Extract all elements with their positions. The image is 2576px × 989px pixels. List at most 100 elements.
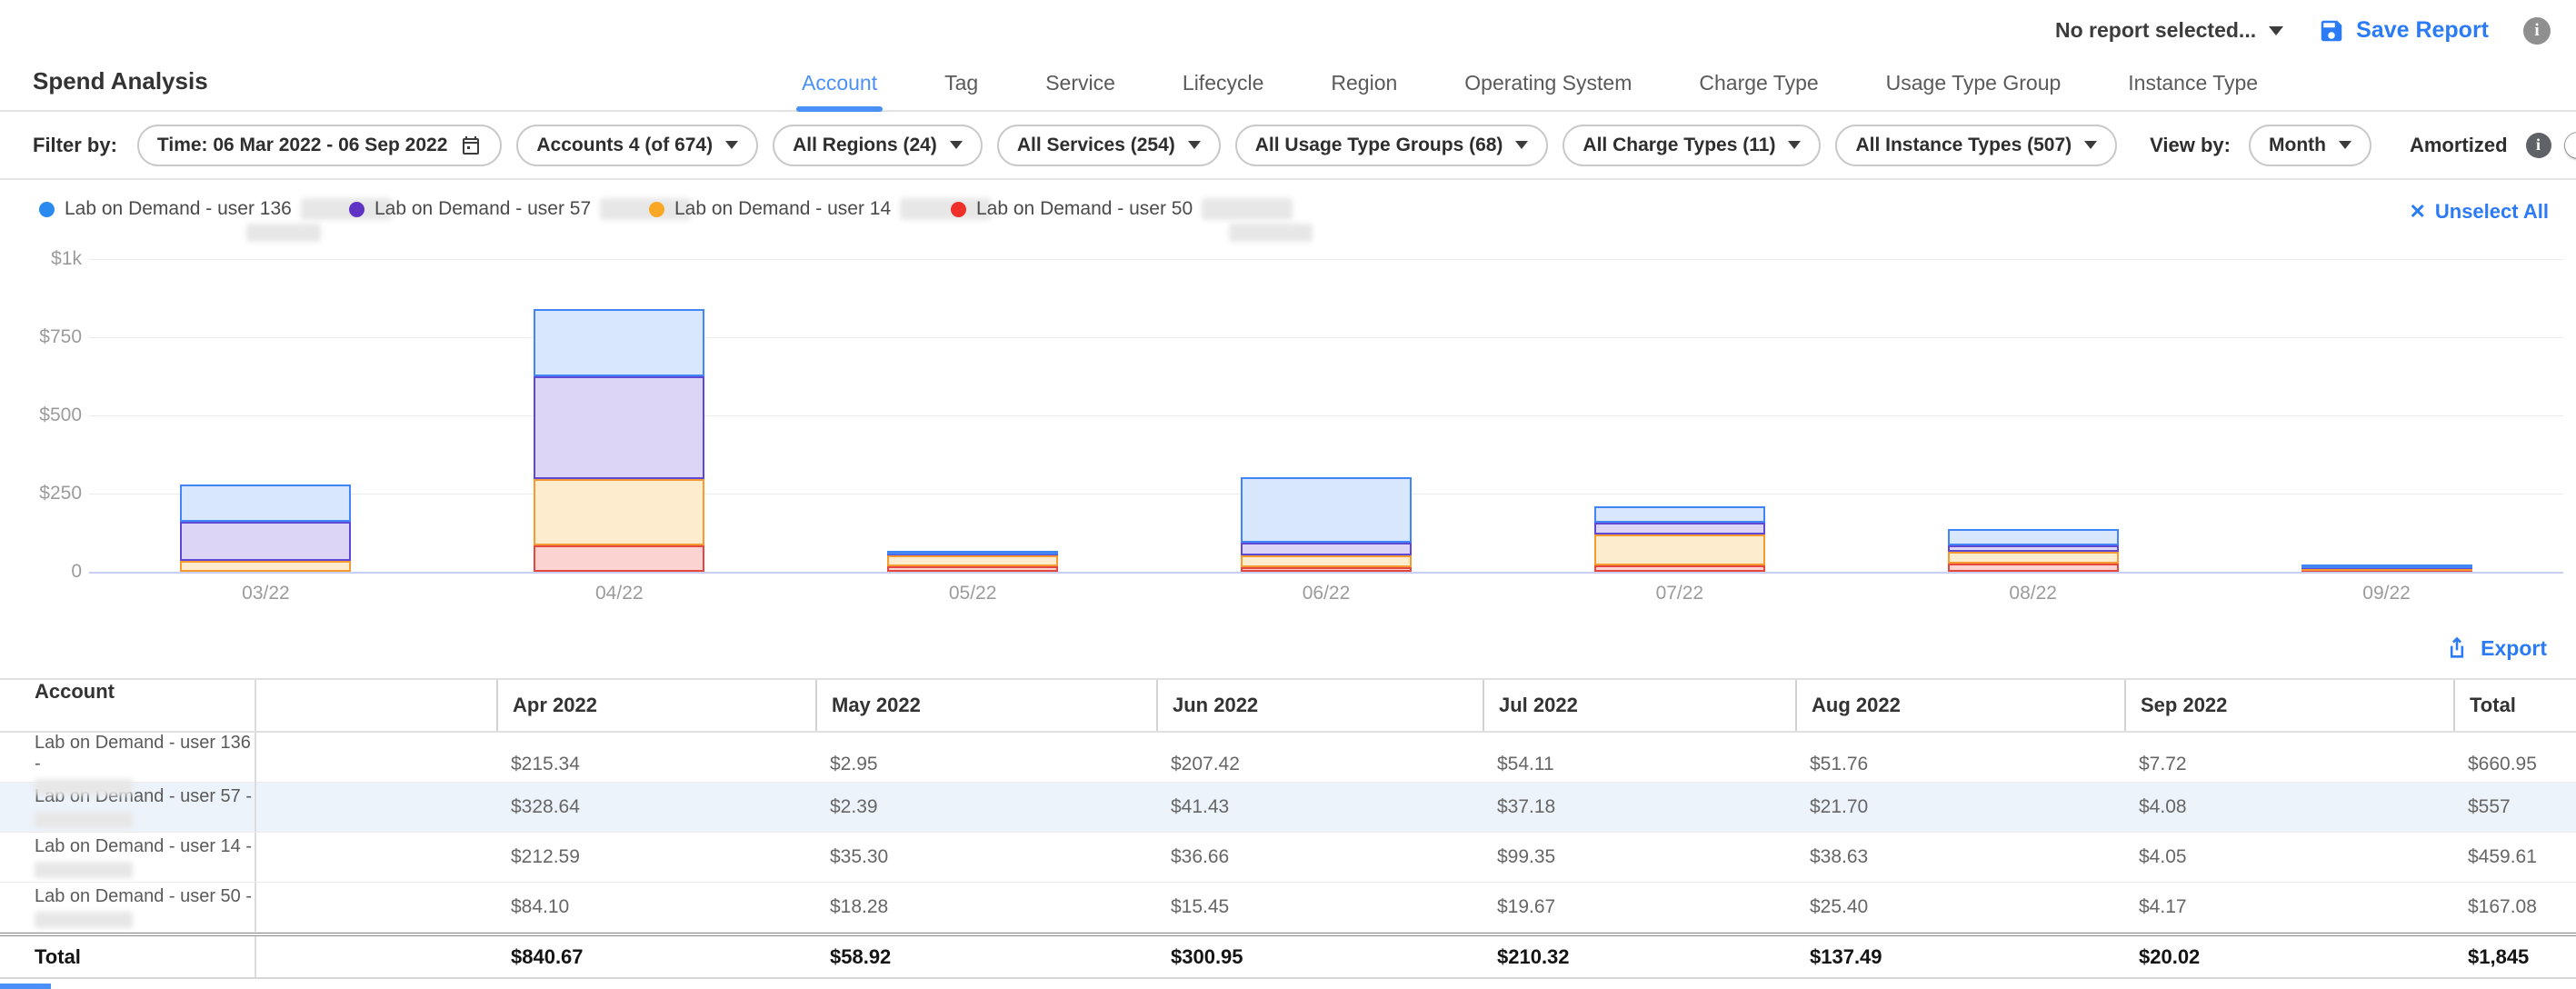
bar-segment-lab-on-demand-user-136[interactable] bbox=[1948, 529, 2119, 545]
gridline bbox=[89, 337, 2563, 338]
bar-segment-lab-on-demand-user-57[interactable] bbox=[1241, 543, 1412, 555]
tab-service[interactable]: Service bbox=[1045, 55, 1115, 110]
services-filter[interactable]: All Services (254) bbox=[997, 125, 1221, 166]
spacer-cell bbox=[256, 883, 496, 932]
total-value-cell: $20.02 bbox=[2124, 936, 2453, 977]
accounts-filter-label: Accounts 4 (of 674) bbox=[536, 135, 713, 156]
legend-item-lab-on-demand-user-57[interactable]: Lab on Demand - user 57 bbox=[349, 198, 691, 220]
export-button[interactable]: Export bbox=[2444, 635, 2547, 661]
bar-segment-lab-on-demand-user-50[interactable] bbox=[1594, 565, 1765, 572]
column-header-label: Jun 2022 bbox=[1173, 694, 1258, 717]
accounts-filter[interactable]: Accounts 4 (of 674) bbox=[516, 125, 758, 166]
charge-types-filter[interactable]: All Charge Types (11) bbox=[1563, 125, 1821, 166]
column-header-label: Sep 2022 bbox=[2141, 694, 2227, 717]
bar-segment-lab-on-demand-user-136[interactable] bbox=[534, 309, 704, 376]
bar-segment-lab-on-demand-user-14[interactable] bbox=[1241, 555, 1412, 567]
table-row[interactable]: Lab on Demand - user 57 -$328.64$2.39$41… bbox=[0, 783, 2576, 833]
bar-segment-lab-on-demand-user-14[interactable] bbox=[1594, 534, 1765, 565]
info-icon[interactable]: i bbox=[2523, 17, 2551, 45]
bar-segment-lab-on-demand-user-136[interactable] bbox=[180, 485, 351, 522]
redacted-text bbox=[35, 812, 133, 828]
spend-table: AccountApr 2022May 2022Jun 2022Jul 2022A… bbox=[0, 678, 2576, 979]
regions-filter[interactable]: All Regions (24) bbox=[773, 125, 983, 166]
view-by-group: View by: Month bbox=[2150, 125, 2371, 166]
filter-pills: Time: 06 Mar 2022 - 06 Sep 2022 Accounts … bbox=[137, 125, 2117, 166]
table-row[interactable]: Lab on Demand - user 136 -$215.34$2.95$2… bbox=[0, 733, 2576, 783]
table-header-row: AccountApr 2022May 2022Jun 2022Jul 2022A… bbox=[0, 678, 2576, 733]
column-header-account: Account bbox=[0, 680, 256, 731]
value-cell: $36.66 bbox=[1156, 833, 1483, 882]
bar-segment-lab-on-demand-user-50[interactable] bbox=[1948, 564, 2119, 572]
value-cell: $38.63 bbox=[1795, 833, 2124, 882]
tab-tag[interactable]: Tag bbox=[944, 55, 978, 110]
bar-segment-lab-on-demand-user-14[interactable] bbox=[180, 561, 351, 572]
tab-instance-type[interactable]: Instance Type bbox=[2128, 55, 2258, 110]
amortized-toggle[interactable] bbox=[2564, 132, 2576, 159]
bar-segment-lab-on-demand-user-136[interactable] bbox=[1594, 506, 1765, 524]
bar-segment-lab-on-demand-user-14[interactable] bbox=[887, 555, 1058, 566]
bar-segment-lab-on-demand-user-136[interactable] bbox=[2301, 564, 2472, 568]
bar-segment-lab-on-demand-user-57[interactable] bbox=[1594, 523, 1765, 534]
account-name: Lab on Demand - user 50 - bbox=[35, 886, 252, 907]
export-icon bbox=[2444, 635, 2470, 661]
table-row[interactable]: Lab on Demand - user 50 -$84.10$18.28$15… bbox=[0, 883, 2576, 933]
bar-segment-lab-on-demand-user-14[interactable] bbox=[1948, 552, 2119, 564]
close-icon: ✕ bbox=[2409, 200, 2425, 224]
unselect-all-button[interactable]: ✕ Unselect All bbox=[2409, 200, 2549, 224]
x-axis-tick: 04/22 bbox=[555, 583, 683, 604]
table-row[interactable]: Lab on Demand - user 14 -$212.59$35.30$3… bbox=[0, 833, 2576, 883]
bar-segment-lab-on-demand-user-50[interactable] bbox=[534, 545, 704, 572]
instance-types-filter[interactable]: All Instance Types (507) bbox=[1835, 125, 2117, 166]
view-by-dropdown[interactable]: Month bbox=[2249, 125, 2371, 166]
column-header-jul-2022: Jul 2022 bbox=[1483, 680, 1795, 731]
bar-segment-lab-on-demand-user-50[interactable] bbox=[887, 566, 1058, 572]
horizontal-scrollbar[interactable] bbox=[0, 984, 51, 989]
tab-charge-type[interactable]: Charge Type bbox=[1699, 55, 1818, 110]
y-axis-tick: $750 bbox=[9, 326, 82, 348]
value-cell: $2.39 bbox=[815, 783, 1156, 832]
time-filter[interactable]: Time: 06 Mar 2022 - 06 Sep 2022 bbox=[137, 125, 502, 166]
save-report-button[interactable]: Save Report bbox=[2318, 17, 2489, 45]
amortized-info-icon[interactable]: i bbox=[2526, 133, 2551, 158]
total-label: Total bbox=[35, 945, 81, 969]
legend-label: Lab on Demand - user 14 bbox=[674, 198, 891, 220]
legend-item-lab-on-demand-user-136[interactable]: Lab on Demand - user 136 bbox=[39, 198, 392, 220]
column-header-aug-2022: Aug 2022 bbox=[1795, 680, 2124, 731]
chevron-down-icon bbox=[1188, 141, 1201, 149]
bar-segment-lab-on-demand-user-57[interactable] bbox=[180, 522, 351, 561]
bar-segment-lab-on-demand-user-136[interactable] bbox=[1241, 477, 1412, 542]
usage-type-groups-filter[interactable]: All Usage Type Groups (68) bbox=[1235, 125, 1549, 166]
services-filter-label: All Services (254) bbox=[1017, 135, 1175, 156]
bar-segment-lab-on-demand-user-57[interactable] bbox=[534, 376, 704, 479]
x-axis-tick: 03/22 bbox=[202, 583, 329, 604]
y-axis-tick: $500 bbox=[9, 405, 82, 426]
value-cell: $25.40 bbox=[1795, 883, 2124, 932]
value-cell: $35.30 bbox=[815, 833, 1156, 882]
value-cell: $19.67 bbox=[1483, 883, 1795, 932]
column-header-label: Aug 2022 bbox=[1812, 694, 1901, 717]
column-header-label: Account bbox=[35, 680, 115, 704]
value-cell: $84.10 bbox=[496, 883, 815, 932]
legend-item-lab-on-demand-user-50[interactable]: Lab on Demand - user 50 bbox=[951, 198, 1293, 220]
report-selector-dropdown[interactable]: No report selected... bbox=[2055, 18, 2283, 43]
tab-usage-type-group[interactable]: Usage Type Group bbox=[1886, 55, 2062, 110]
bar-segment-lab-on-demand-user-50[interactable] bbox=[1241, 567, 1412, 572]
filter-bar: Filter by: Time: 06 Mar 2022 - 06 Sep 20… bbox=[0, 112, 2576, 180]
value-cell: $557 bbox=[2453, 783, 2576, 832]
x-axis-tick: 05/22 bbox=[909, 583, 1036, 604]
export-row: Export bbox=[0, 618, 2576, 678]
tab-lifecycle[interactable]: Lifecycle bbox=[1183, 55, 1263, 110]
tab-operating-system[interactable]: Operating System bbox=[1464, 55, 1632, 110]
tab-region[interactable]: Region bbox=[1331, 55, 1397, 110]
bar-segment-lab-on-demand-user-14[interactable] bbox=[534, 479, 704, 545]
bar-segment-lab-on-demand-user-136[interactable] bbox=[887, 551, 1058, 554]
column-header-label: May 2022 bbox=[832, 694, 921, 717]
export-label: Export bbox=[2481, 636, 2547, 661]
legend-item-lab-on-demand-user-14[interactable]: Lab on Demand - user 14 bbox=[649, 198, 991, 220]
bar-segment-lab-on-demand-user-57[interactable] bbox=[1948, 545, 2119, 552]
charge-types-filter-label: All Charge Types (11) bbox=[1583, 135, 1775, 156]
tab-account[interactable]: Account bbox=[802, 55, 877, 110]
legend-dot bbox=[649, 202, 664, 217]
instance-types-filter-label: All Instance Types (507) bbox=[1855, 135, 2072, 156]
value-cell: $167.08 bbox=[2453, 883, 2576, 932]
